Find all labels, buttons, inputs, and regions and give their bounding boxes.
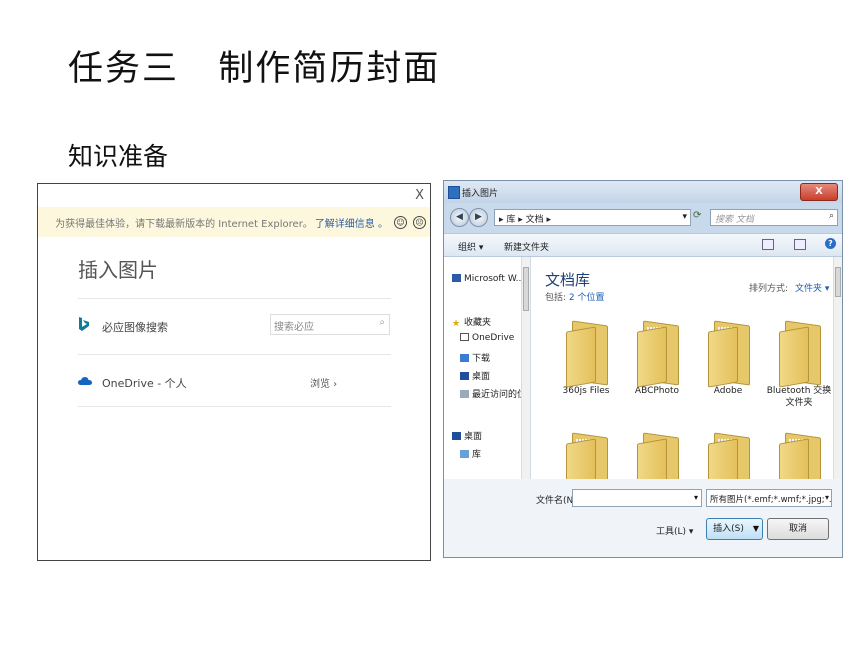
address-bar: ◀ ▶ ▸ 库 ▸ 文档 ▸ ▾ ⟳ 搜索 文档 ⌕ — [444, 205, 842, 231]
search-placeholder: 搜索 文档 — [715, 215, 754, 225]
nav-item-desktop-root[interactable]: 桌面 — [452, 429, 482, 442]
filename-input[interactable]: ▾ — [572, 489, 702, 507]
help-icon[interactable]: ? — [825, 238, 836, 249]
slide-title: 任务三 制作简历封面 — [68, 49, 441, 89]
nav-item-onedrive[interactable]: OneDrive — [460, 333, 514, 343]
app-icon — [448, 186, 460, 199]
folder-item[interactable] — [551, 432, 621, 479]
close-button[interactable]: X — [800, 183, 838, 201]
command-toolbar: 组织 ▾ 新建文件夹 ? — [444, 233, 842, 257]
folder-item[interactable] — [622, 432, 692, 479]
nav-item-desktop[interactable]: 桌面 — [460, 369, 490, 382]
file-list-pane: 文档库 包括: 2 个位置 排列方式: 文件夹 ▾ 360js Files AB… — [531, 257, 842, 479]
notice-text: 为获得最佳体验，请下载最新版本的 Internet Explorer。 — [55, 218, 313, 230]
folder-icon — [706, 320, 750, 388]
bing-icon — [79, 317, 89, 331]
insert-button[interactable]: 插入(S) — [706, 518, 751, 540]
bing-search-label: 必应图像搜索 — [102, 321, 168, 334]
file-type-value: 所有图片(*.emf;*.wmf;*.jpg;*.jp — [710, 495, 832, 505]
content-scrollbar[interactable] — [833, 257, 842, 479]
insert-dropdown-button[interactable]: ▼ — [750, 518, 763, 540]
refresh-icon[interactable]: ⟳ — [693, 210, 701, 221]
insert-picture-online-dialog: X 为获得最佳体验，请下载最新版本的 Internet Explorer。 了解… — [37, 183, 431, 561]
insert-picture-file-dialog: 插入图片 X ◀ ▶ ▸ 库 ▸ 文档 ▸ ▾ ⟳ 搜索 文档 ⌕ 组织 ▾ 新… — [443, 180, 843, 558]
bing-search-row: 必应图像搜索 搜索必应 ⌕ — [78, 298, 391, 351]
library-subtitle: 包括: 2 个位置 — [545, 293, 605, 303]
search-icon[interactable]: ⌕ — [829, 211, 834, 221]
folder-icon — [777, 320, 821, 388]
sort-dropdown[interactable]: 文件夹 ▾ — [795, 281, 829, 294]
close-button[interactable]: X — [415, 188, 424, 203]
tools-menu[interactable]: 工具(L) ▾ — [656, 524, 693, 537]
search-placeholder: 搜索必应 — [274, 322, 314, 333]
folder-icon — [635, 320, 679, 388]
navigation-pane: Microsoft W... ★ 收藏夹 OneDrive 下载 桌面 最近访问的… — [444, 257, 531, 479]
bing-search-input[interactable]: 搜索必应 ⌕ — [270, 314, 390, 335]
dialog-footer: 文件名(N): ▾ 所有图片(*.emf;*.wmf;*.jpg;*.jp ▾ … — [444, 479, 842, 557]
nav-item-libraries[interactable]: 库 — [460, 447, 481, 460]
frown-icon[interactable]: ☹ — [413, 215, 426, 229]
smile-icon[interactable]: ☺ — [394, 215, 407, 229]
onedrive-label: OneDrive - 个人 — [102, 377, 187, 390]
folder-item[interactable] — [693, 432, 763, 479]
cancel-button[interactable]: 取消 — [767, 518, 829, 540]
folder-icon — [564, 320, 608, 388]
window-title: 插入图片 — [462, 189, 499, 199]
folder-icon — [706, 432, 750, 479]
nav-item-recent[interactable]: 最近访问的位 — [460, 387, 526, 400]
folder-icon — [564, 432, 608, 479]
onedrive-icon — [78, 377, 92, 385]
slide-subtitle: 知识准备 — [68, 142, 169, 171]
chevron-down-icon[interactable]: ▾ — [824, 493, 829, 502]
folder-item[interactable]: ABCPhoto — [622, 320, 692, 397]
nav-item-downloads[interactable]: 下载 — [460, 351, 490, 364]
folder-item[interactable] — [764, 432, 834, 479]
library-title: 文档库 — [545, 271, 591, 289]
nav-scrollbar[interactable] — [521, 257, 530, 479]
onedrive-browse-link[interactable]: 浏览 › — [310, 375, 337, 390]
search-icon[interactable]: ⌕ — [379, 317, 385, 328]
path-input[interactable]: ▸ 库 ▸ 文档 ▸ ▾ — [494, 209, 691, 226]
folder-icon — [635, 432, 679, 479]
divider — [78, 406, 391, 407]
new-folder-button[interactable]: 新建文件夹 — [504, 240, 549, 253]
folder-icon — [777, 432, 821, 479]
scrollbar-thumb[interactable] — [835, 267, 841, 297]
folder-item[interactable]: 360js Files — [551, 320, 621, 397]
sort-label: 排列方式: — [749, 284, 789, 294]
locations-link[interactable]: 2 个位置 — [569, 293, 605, 303]
breadcrumb: ▸ 库 ▸ 文档 ▸ — [499, 215, 551, 225]
search-input[interactable]: 搜索 文档 ⌕ — [710, 209, 838, 226]
title-bar: 插入图片 X — [444, 181, 842, 203]
folder-item[interactable]: Bluetooth 交换 文件夹 — [764, 320, 834, 409]
back-arrow-icon[interactable]: ◀ — [450, 208, 469, 227]
browser-notice-bar: 为获得最佳体验，请下载最新版本的 Internet Explorer。 了解详细… — [38, 207, 430, 237]
chevron-down-icon[interactable]: ▾ — [682, 212, 687, 222]
forward-arrow-icon[interactable]: ▶ — [469, 208, 488, 227]
learn-more-link[interactable]: 了解详细信息 。 — [315, 215, 388, 230]
view-icon[interactable] — [762, 239, 774, 250]
file-type-select[interactable]: 所有图片(*.emf;*.wmf;*.jpg;*.jp ▾ — [706, 489, 832, 507]
folder-item[interactable]: Adobe — [693, 320, 763, 397]
preview-pane-icon[interactable] — [794, 239, 806, 250]
nav-item-favorites[interactable]: ★ 收藏夹 — [452, 315, 491, 329]
nav-item-microsoft[interactable]: Microsoft W... — [452, 274, 524, 284]
onedrive-row: OneDrive - 个人 浏览 › — [78, 354, 391, 407]
dialog-heading: 插入图片 — [78, 258, 158, 282]
chevron-down-icon[interactable]: ▾ — [694, 493, 698, 502]
scrollbar-thumb[interactable] — [523, 267, 529, 311]
organize-menu[interactable]: 组织 ▾ — [458, 240, 483, 253]
